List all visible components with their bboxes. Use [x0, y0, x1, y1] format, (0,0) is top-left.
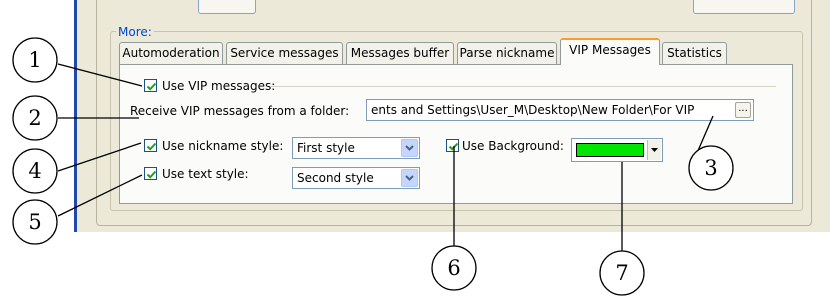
callout-label-6: 6 — [447, 256, 460, 280]
callout-label-2: 2 — [28, 106, 41, 130]
callout-label-1: 1 — [28, 48, 41, 72]
callout-label-4: 4 — [28, 159, 41, 183]
callout-label-3: 3 — [704, 156, 717, 180]
callout-label-5: 5 — [28, 210, 41, 234]
callout-label-7: 7 — [615, 261, 628, 285]
callout-annotations: 1 2 3 4 5 6 7 — [12, 37, 734, 296]
